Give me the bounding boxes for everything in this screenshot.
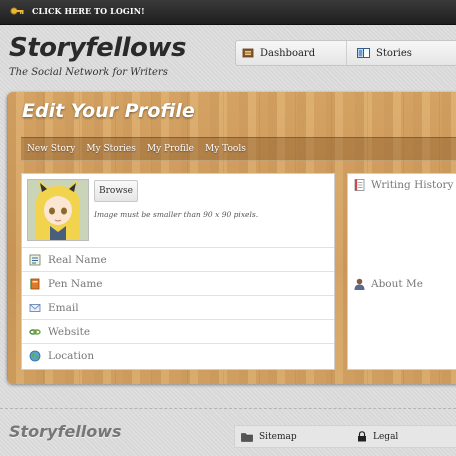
nav-stories[interactable]: Stories: [347, 41, 412, 65]
envelope-icon: [29, 304, 41, 312]
notebook-icon: [30, 278, 40, 290]
person-icon: [354, 278, 365, 290]
profile-subnav: New Story My Stories My Profile My Tools: [21, 137, 456, 161]
tab-my-tools[interactable]: My Tools: [205, 144, 246, 154]
browse-button[interactable]: Browse: [94, 180, 138, 202]
field-pen-name[interactable]: Pen Name: [22, 271, 334, 296]
field-website[interactable]: Website: [22, 319, 334, 344]
link-icon: [29, 329, 41, 335]
globe-icon: [29, 350, 41, 362]
field-real-name[interactable]: Real Name: [22, 247, 334, 272]
field-pen-name-label: Pen Name: [48, 278, 103, 290]
writing-history-section[interactable]: Writing History: [354, 179, 454, 191]
profile-side-panel: Writing History About Me: [347, 173, 456, 370]
login-link[interactable]: CLICK HERE TO LOGIN!: [10, 5, 145, 17]
field-real-name-label: Real Name: [48, 254, 107, 266]
folder-icon: [241, 432, 253, 442]
dashboard-icon: [242, 48, 254, 58]
nav-stories-label: Stories: [376, 47, 412, 59]
about-me-section[interactable]: About Me: [354, 278, 423, 290]
nav-dashboard-label: Dashboard: [260, 47, 316, 59]
avatar: [27, 179, 89, 241]
footer-sitemap-label: Sitemap: [259, 431, 297, 442]
top-bar: CLICK HERE TO LOGIN!: [0, 0, 456, 25]
login-label: CLICK HERE TO LOGIN!: [32, 6, 145, 16]
profile-form-panel: Browse Image must be smaller than 90 x 9…: [21, 173, 335, 370]
writing-history-label: Writing History: [371, 179, 454, 191]
id-card-icon: [29, 254, 41, 266]
footer-nav: Sitemap Legal: [234, 425, 456, 448]
key-icon: [10, 5, 24, 17]
image-size-hint: Image must be smaller than 90 x 90 pixel…: [94, 210, 259, 219]
field-email[interactable]: Email: [22, 295, 334, 320]
footer-legal-label: Legal: [373, 431, 399, 442]
tab-my-profile[interactable]: My Profile: [147, 144, 194, 154]
footer-logo[interactable]: Storyfellows: [9, 422, 122, 441]
tab-my-stories[interactable]: My Stories: [86, 144, 136, 154]
site-tagline: The Social Network for Writers: [9, 67, 168, 78]
lock-icon: [358, 431, 366, 442]
top-nav: Dashboard Stories: [235, 40, 456, 66]
field-website-label: Website: [48, 326, 91, 338]
tab-new-story[interactable]: New Story: [27, 144, 75, 154]
document-icon: [354, 179, 365, 191]
footer-legal-link[interactable]: Legal: [351, 426, 398, 447]
footer-divider: [0, 408, 456, 409]
book-icon: [357, 48, 370, 58]
field-email-label: Email: [48, 302, 79, 314]
about-me-label: About Me: [371, 278, 423, 290]
page-title: Edit Your Profile: [22, 100, 195, 122]
footer-sitemap-link[interactable]: Sitemap: [235, 426, 351, 447]
nav-dashboard[interactable]: Dashboard: [236, 41, 347, 65]
site-logo[interactable]: Storyfellows: [9, 33, 186, 63]
field-location[interactable]: Location: [22, 343, 334, 368]
field-location-label: Location: [48, 350, 95, 362]
